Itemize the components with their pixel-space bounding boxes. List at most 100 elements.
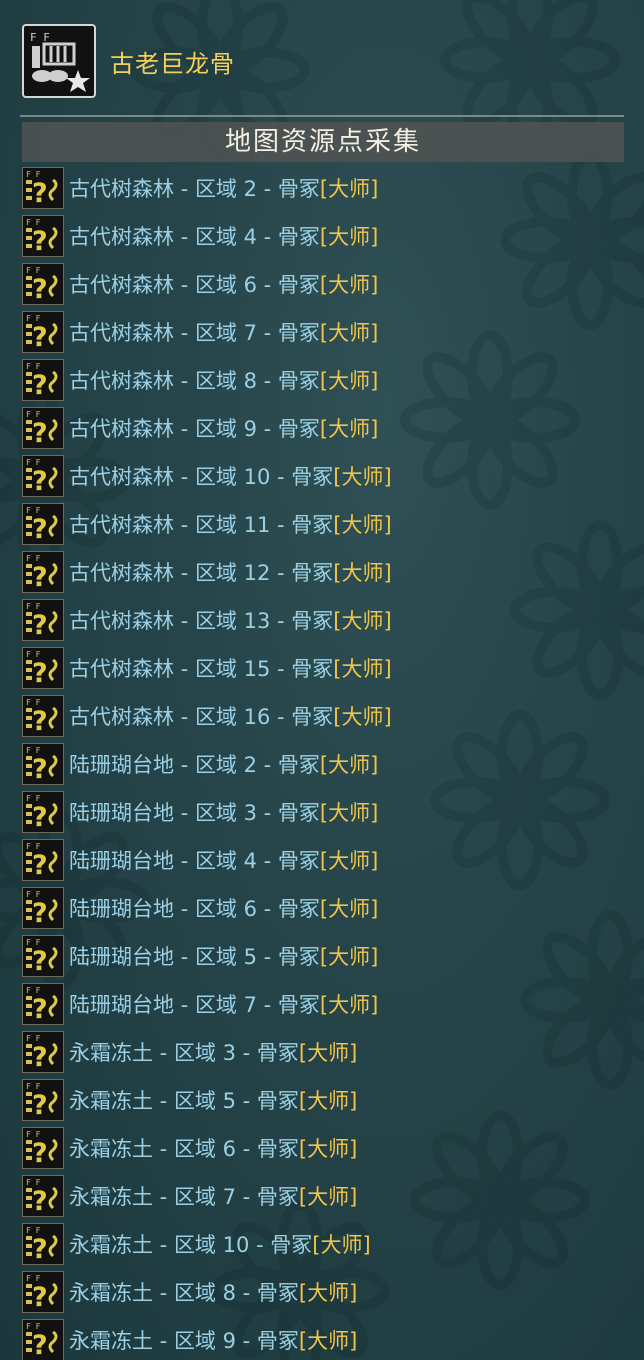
node-name: 骨冢	[291, 705, 334, 729]
list-item[interactable]: F F ? 陆珊瑚台地 - 区域 6 - 骨冢[大师]	[22, 884, 644, 932]
separator: -	[174, 561, 195, 585]
list-item[interactable]: F F ? 古代树森林 - 区域 10 - 骨冢[大师]	[22, 452, 644, 500]
svg-text:?: ?	[32, 1042, 48, 1072]
gathering-point-icon: F F ?	[22, 503, 64, 545]
separator: -	[174, 369, 195, 393]
bone-material-icon: F F	[22, 24, 96, 98]
gathering-point-icon: F F ?	[22, 1175, 64, 1217]
rank-badge: [大师]	[312, 1233, 371, 1257]
node-name: 骨冢	[256, 1089, 299, 1113]
location-label: 陆珊瑚台地 - 区域 5 - 骨冢[大师]	[69, 941, 378, 971]
list-item[interactable]: F F ? 古代树森林 - 区域 4 - 骨冢[大师]	[22, 212, 644, 260]
area-name: 区域 12	[194, 561, 271, 585]
location-label: 古代树森林 - 区域 12 - 骨冢[大师]	[69, 557, 392, 587]
rank-badge: [大师]	[319, 417, 379, 441]
gathering-point-icon: F F ?	[22, 359, 64, 401]
svg-text:?: ?	[32, 610, 48, 640]
separator: -	[235, 1185, 257, 1209]
list-item[interactable]: F F ? 古代树森林 - 区域 12 - 骨冢[大师]	[22, 548, 644, 596]
rank-badge: [大师]	[298, 1329, 358, 1353]
map-name: 古代树森林	[69, 657, 174, 681]
separator: -	[174, 849, 195, 873]
list-item[interactable]: F F ? 古代树森林 - 区域 15 - 骨冢[大师]	[22, 644, 644, 692]
list-item[interactable]: F F ? 永霜冻土 - 区域 5 - 骨冢[大师]	[22, 1076, 644, 1124]
area-name: 区域 4	[194, 225, 257, 249]
separator: -	[235, 1041, 257, 1065]
location-label: 古代树森林 - 区域 4 - 骨冢[大师]	[69, 221, 378, 251]
area-name: 区域 6	[194, 897, 257, 921]
svg-text:?: ?	[32, 706, 48, 736]
list-item[interactable]: F F ? 陆珊瑚台地 - 区域 3 - 骨冢[大师]	[22, 788, 644, 836]
node-name: 骨冢	[291, 513, 334, 537]
svg-text:?: ?	[32, 1234, 48, 1264]
location-list: F F ? 古代树森林 - 区域 2 - 骨冢[大师] F F ? 古代树森林 …	[22, 164, 644, 1360]
node-name: 骨冢	[291, 465, 334, 489]
map-name: 永霜冻土	[69, 1281, 153, 1305]
svg-text:?: ?	[32, 514, 48, 544]
rank-badge: [大师]	[298, 1185, 358, 1209]
area-name: 区域 16	[194, 705, 271, 729]
list-item[interactable]: F F ? 古代树森林 - 区域 16 - 骨冢[大师]	[22, 692, 644, 740]
list-item[interactable]: F F ? 永霜冻土 - 区域 9 - 骨冢[大师]	[22, 1316, 644, 1360]
separator: -	[256, 753, 278, 777]
list-item[interactable]: F F ? 古代树森林 - 区域 7 - 骨冢[大师]	[22, 308, 644, 356]
list-item[interactable]: F F ? 永霜冻土 - 区域 8 - 骨冢[大师]	[22, 1268, 644, 1316]
list-item[interactable]: F F ? 永霜冻土 - 区域 6 - 骨冢[大师]	[22, 1124, 644, 1172]
area-name: 区域 8	[194, 369, 257, 393]
map-name: 永霜冻土	[69, 1137, 153, 1161]
rank-badge: [大师]	[319, 849, 379, 873]
list-item[interactable]: F F ? 古代树森林 - 区域 2 - 骨冢[大师]	[22, 164, 644, 212]
list-item[interactable]: F F ? 永霜冻土 - 区域 3 - 骨冢[大师]	[22, 1028, 644, 1076]
rank-badge: [大师]	[319, 321, 379, 345]
list-item[interactable]: F F ? 永霜冻土 - 区域 7 - 骨冢[大师]	[22, 1172, 644, 1220]
separator: -	[235, 1137, 257, 1161]
list-item[interactable]: F F ? 古代树森林 - 区域 13 - 骨冢[大师]	[22, 596, 644, 644]
area-name: 区域 9	[173, 1329, 236, 1353]
svg-text:?: ?	[32, 898, 48, 928]
area-name: 区域 5	[173, 1089, 236, 1113]
separator: -	[256, 225, 278, 249]
separator: -	[256, 273, 278, 297]
location-label: 古代树森林 - 区域 8 - 骨冢[大师]	[69, 365, 378, 395]
list-item[interactable]: F F ? 陆珊瑚台地 - 区域 5 - 骨冢[大师]	[22, 932, 644, 980]
gathering-point-icon: F F ?	[22, 551, 64, 593]
rank-badge: [大师]	[298, 1041, 358, 1065]
rank-badge: [大师]	[333, 465, 392, 489]
location-label: 陆珊瑚台地 - 区域 6 - 骨冢[大师]	[69, 893, 378, 923]
gathering-point-icon: F F ?	[22, 743, 64, 785]
location-label: 陆珊瑚台地 - 区域 4 - 骨冢[大师]	[69, 845, 378, 875]
map-name: 古代树森林	[69, 417, 174, 441]
svg-text:?: ?	[32, 562, 48, 592]
location-label: 永霜冻土 - 区域 3 - 骨冢[大师]	[69, 1037, 357, 1067]
gathering-point-icon: F F ?	[22, 311, 64, 353]
list-item[interactable]: F F ? 古代树森林 - 区域 11 - 骨冢[大师]	[22, 500, 644, 548]
separator: -	[153, 1233, 174, 1257]
separator: -	[270, 561, 292, 585]
location-label: 陆珊瑚台地 - 区域 3 - 骨冢[大师]	[69, 797, 378, 827]
node-name: 骨冢	[277, 417, 320, 441]
map-name: 古代树森林	[69, 465, 174, 489]
location-label: 永霜冻土 - 区域 8 - 骨冢[大师]	[69, 1277, 357, 1307]
svg-text:?: ?	[32, 1330, 48, 1360]
list-item[interactable]: F F ? 永霜冻土 - 区域 10 - 骨冢[大师]	[22, 1220, 644, 1268]
map-name: 永霜冻土	[69, 1041, 153, 1065]
list-item[interactable]: F F ? 陆珊瑚台地 - 区域 4 - 骨冢[大师]	[22, 836, 644, 884]
list-item[interactable]: F F ? 陆珊瑚台地 - 区域 7 - 骨冢[大师]	[22, 980, 644, 1028]
separator: -	[256, 417, 278, 441]
item-header: F F 古老巨龙骨	[22, 22, 235, 100]
separator: -	[174, 945, 195, 969]
list-item[interactable]: F F ? 古代树森林 - 区域 8 - 骨冢[大师]	[22, 356, 644, 404]
separator: -	[174, 177, 195, 201]
node-name: 骨冢	[277, 177, 320, 201]
node-name: 骨冢	[277, 369, 320, 393]
separator: -	[153, 1329, 174, 1353]
location-label: 永霜冻土 - 区域 10 - 骨冢[大师]	[69, 1229, 371, 1259]
separator: -	[174, 705, 195, 729]
location-label: 永霜冻土 - 区域 7 - 骨冢[大师]	[69, 1181, 357, 1211]
rank-badge: [大师]	[319, 177, 379, 201]
list-item[interactable]: F F ? 古代树森林 - 区域 6 - 骨冢[大师]	[22, 260, 644, 308]
list-item[interactable]: F F ? 古代树森林 - 区域 9 - 骨冢[大师]	[22, 404, 644, 452]
list-item[interactable]: F F ? 陆珊瑚台地 - 区域 2 - 骨冢[大师]	[22, 740, 644, 788]
separator: -	[256, 993, 278, 1017]
node-name: 骨冢	[291, 657, 334, 681]
